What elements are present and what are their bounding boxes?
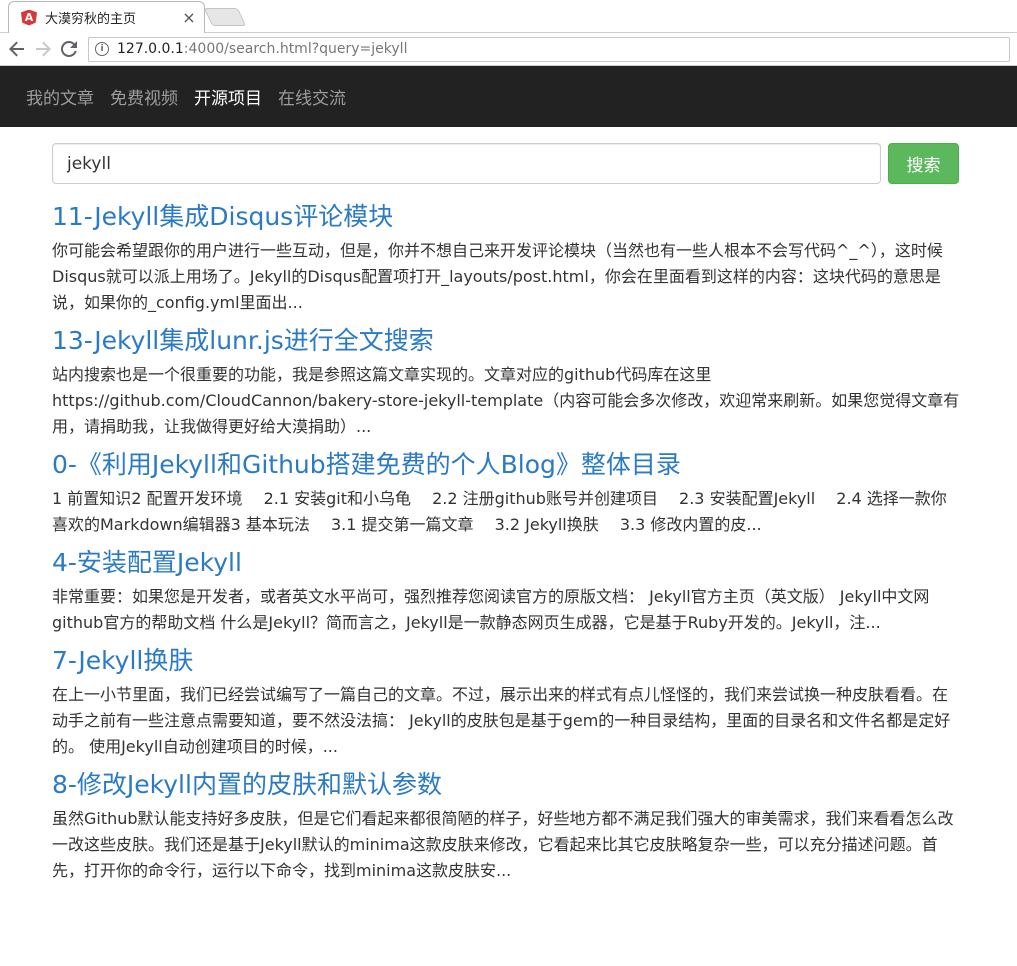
result-item: 8-修改Jekyll内置的皮肤和默认参数 虽然Github默认能支持好多皮肤，但… — [52, 766, 962, 884]
result-snippet: 1 前置知识2 配置开发环境 2.1 安装git和小乌龟 2.2 注册githu… — [52, 489, 947, 534]
result-item: 13-Jekyll集成lunr.js进行全文搜索 站内搜索也是一个很重要的功能，… — [52, 322, 962, 440]
result-item: 7-Jekyll换肤 在上一小节里面，我们已经尝试编写了一篇自己的文章。不过，展… — [52, 642, 962, 760]
url-path: :4000/search.html?query=jekyll — [183, 41, 408, 57]
search-form: 搜索 — [52, 143, 959, 184]
result-item: 11-Jekyll集成Disqus评论模块 你可能会希望跟你的用户进行一些互动，… — [52, 198, 962, 316]
search-input[interactable] — [52, 143, 881, 184]
url-host: 127.0.0.1 — [117, 41, 184, 57]
search-results: 11-Jekyll集成Disqus评论模块 你可能会希望跟你的用户进行一些互动，… — [52, 198, 962, 890]
browser-toolbar: i 127.0.0.1:4000/search.html?query=jekyl… — [0, 33, 1017, 66]
tab-close-icon[interactable]: × — [180, 8, 198, 27]
result-item: 4-安装配置Jekyll 非常重要：如果您是开发者，或者英文水平尚可，强烈推荐您… — [52, 544, 962, 636]
info-icon[interactable]: i — [95, 42, 109, 56]
result-title-link[interactable]: 8-修改Jekyll内置的皮肤和默认参数 — [52, 766, 962, 804]
result-snippet: 你可能会希望跟你的用户进行一些互动，但是，你并不想自己来开发评论模块（当然也有一… — [52, 241, 943, 312]
address-bar[interactable]: i 127.0.0.1:4000/search.html?query=jekyl… — [88, 36, 1010, 62]
site-navbar: 我的文章 免费视频 开源项目 在线交流 — [0, 66, 1017, 127]
new-tab-button[interactable] — [203, 8, 247, 26]
reload-icon[interactable] — [56, 36, 82, 62]
result-title-link[interactable]: 11-Jekyll集成Disqus评论模块 — [52, 198, 962, 236]
browser-tab-strip: A 大漠穷秋的主页 × — [0, 0, 1017, 33]
nav-item-my-articles[interactable]: 我的文章 — [26, 84, 94, 109]
result-title-link[interactable]: 4-安装配置Jekyll — [52, 544, 962, 582]
forward-arrow-icon[interactable] — [30, 36, 56, 62]
result-snippet: 在上一小节里面，我们已经尝试编写了一篇自己的文章。不过，展示出来的样式有点儿怪怪… — [52, 685, 951, 756]
nav-item-open-source[interactable]: 开源项目 — [194, 84, 262, 109]
tab-title: 大漠穷秋的主页 — [45, 12, 137, 27]
browser-tab[interactable]: A 大漠穷秋的主页 × — [8, 1, 205, 33]
result-snippet: 虽然Github默认能支持好多皮肤，但是它们看起来都很简陋的样子，好些地方都不满… — [52, 809, 954, 880]
result-title-link[interactable]: 0-《利用Jekyll和Github搭建免费的个人Blog》整体目录 — [52, 446, 962, 484]
nav-item-online-chat[interactable]: 在线交流 — [278, 84, 346, 109]
angular-favicon-icon: A — [21, 9, 37, 26]
nav-item-free-videos[interactable]: 免费视频 — [110, 84, 178, 109]
result-title-link[interactable]: 13-Jekyll集成lunr.js进行全文搜索 — [52, 322, 962, 360]
result-item: 0-《利用Jekyll和Github搭建免费的个人Blog》整体目录 1 前置知… — [52, 446, 962, 538]
search-button[interactable]: 搜索 — [888, 143, 959, 184]
result-snippet: 站内搜索也是一个很重要的功能，我是参照这篇文章实现的。文章对应的github代码… — [52, 365, 960, 436]
result-snippet: 非常重要：如果您是开发者，或者英文水平尚可，强烈推荐您阅读官方的原版文档： Je… — [52, 587, 930, 632]
result-title-link[interactable]: 7-Jekyll换肤 — [52, 642, 962, 680]
back-arrow-icon[interactable] — [4, 36, 30, 62]
